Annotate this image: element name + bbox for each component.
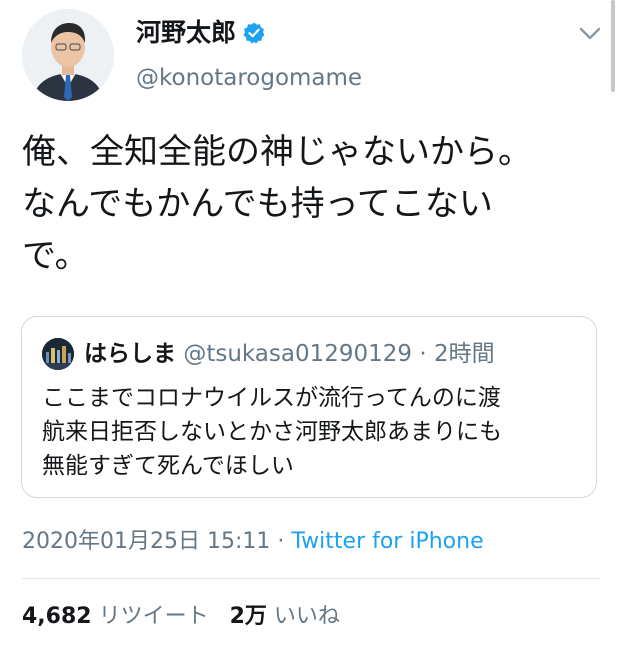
tweet-text: 俺、全知全能の神じゃないから。 なんでもかんでも持ってこない で。 [22,126,602,282]
scrollbar[interactable] [611,0,615,92]
divider [22,578,600,579]
quoted-avatar-image [42,338,74,370]
tweet-text-line: で。 [22,236,89,276]
quoted-text-line: 無能すぎて死んでほしい [42,453,294,479]
likes-stat[interactable]: 2万 いいね [230,604,340,629]
tweet-source-link[interactable]: Twitter for iPhone [291,529,483,554]
meta-separator: · [277,529,285,554]
tweet-meta: 2020年01月25日 15:11 · Twitter for iPhone [22,527,484,557]
quoted-author-avatar[interactable] [42,338,74,370]
tweet-text-line: なんでもかんでも持ってこない [22,184,493,224]
quoted-separator: · [419,341,427,367]
author-avatar-image [22,9,114,101]
quoted-tweet[interactable]: はらしま @tsukasa01290129 · 2時間 ここまでコロナウイルスが… [21,316,597,498]
quoted-text-line: ここまでコロナウイルスが流行ってんのに渡 [42,385,501,411]
quoted-time[interactable]: 2時間 [434,341,495,367]
tweet-text-line: 俺、全知全能の神じゃないから。 [22,132,532,172]
author-display-name[interactable]: 河野太郎 [136,18,236,48]
tweet-stats: 4,682 リツイート 2万 いいね [22,603,340,631]
quoted-text-line: 航来日拒否しないとかさ河野太郎あまりにも [42,419,502,445]
quoted-author-handle[interactable]: @tsukasa01290129 [183,341,412,367]
chevron-down-icon[interactable] [577,20,603,46]
author-handle[interactable]: @konotarogomame [136,64,362,92]
quoted-text: ここまでコロナウイルスが流行ってんのに渡 航来日拒否しないとかさ河野太郎あまりに… [42,381,582,483]
retweets-stat[interactable]: 4,682 リツイート [22,604,209,629]
author-avatar[interactable] [22,9,114,101]
retweets-count: 4,682 [22,604,92,629]
verified-badge-icon [243,22,265,44]
quoted-author-name[interactable]: はらしま [84,341,176,367]
likes-label: いいね [273,604,340,629]
tweet-timestamp[interactable]: 2020年01月25日 15:11 [22,529,270,554]
retweets-label: リツイート [98,604,209,629]
quoted-header: はらしま @tsukasa01290129 · 2時間 [84,338,495,370]
author-name-row[interactable]: 河野太郎 [136,18,266,48]
likes-count: 2万 [229,604,267,629]
